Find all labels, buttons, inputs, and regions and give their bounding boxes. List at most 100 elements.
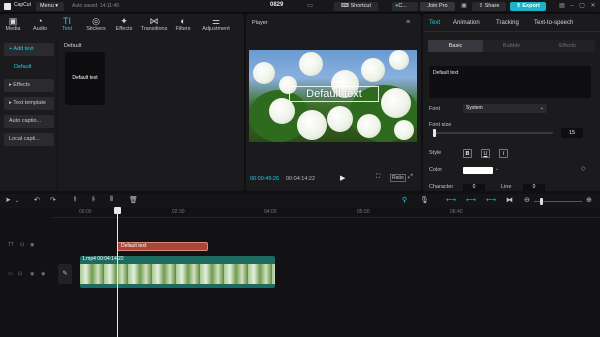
tab-text-to-speech[interactable]: Text-to-speech [534, 20, 573, 26]
stickers-icon: ◎ [92, 16, 100, 26]
text-content-input[interactable]: Default text [429, 66, 591, 98]
fullscreen-icon[interactable]: ⤢ [408, 174, 413, 181]
tab-effects[interactable]: ✦ Effects [112, 14, 136, 40]
bold-button[interactable]: B [463, 149, 472, 158]
user-label: C... [398, 3, 407, 9]
link-clips-icon[interactable]: ⟷ [446, 196, 456, 204]
video-preview[interactable]: Default text [249, 50, 417, 142]
split-right-icon[interactable]: ⫴ [110, 196, 113, 204]
rotate-handle-icon[interactable] [331, 110, 337, 116]
font-size-input[interactable]: 15 [561, 128, 583, 138]
underline-button[interactable]: U [481, 149, 490, 158]
preview-axis-icon[interactable]: ⟷ [486, 196, 496, 204]
snap-icon[interactable]: ⟷ [466, 196, 476, 204]
lock-icon[interactable]: ⊡ [18, 271, 22, 277]
play-icon[interactable]: ▶ [340, 174, 345, 182]
flower [253, 62, 275, 84]
keyframe-icon[interactable]: ◇ [581, 165, 586, 172]
split-icon[interactable]: ⫲ [74, 196, 76, 204]
minimize-icon[interactable]: – [568, 2, 576, 10]
chevron-down-icon[interactable]: ⌄ [495, 166, 499, 172]
text-clip[interactable]: Default text [117, 242, 208, 251]
gift-icon[interactable]: ▣ [460, 2, 468, 10]
select-cursor-icon[interactable]: ➤ [5, 196, 11, 204]
zoom-out-icon[interactable]: ⊖ [524, 196, 530, 204]
eye-icon[interactable]: ◉ [30, 242, 34, 248]
tab-media[interactable]: ▣ Media [2, 14, 24, 40]
sidebar-item-text-template[interactable]: ▸ Text template [4, 97, 54, 110]
tab-adjustment-label: Adjustment [202, 26, 230, 32]
microphone-icon[interactable]: 🎙 [420, 196, 429, 204]
delete-icon[interactable]: 🗑 [129, 196, 138, 204]
split-view-icon[interactable]: ⧓ [506, 196, 513, 204]
sidebar-item-local-caption[interactable]: Local capti... [4, 133, 54, 146]
tab-text-props[interactable]: Text [429, 20, 440, 26]
color-picker[interactable] [463, 167, 493, 174]
layout-icon[interactable]: ▤ [558, 2, 566, 10]
chevron-down-icon: ⌄ [539, 105, 544, 111]
character-spacing-input[interactable]: 0 [463, 184, 485, 191]
text-track-icon: TT [8, 242, 15, 248]
font-size-slider-handle[interactable] [433, 129, 436, 137]
tab-filters[interactable]: ◐ Filters [172, 14, 194, 40]
redo-icon[interactable]: ↷ [50, 196, 56, 204]
playhead[interactable] [117, 208, 118, 337]
zoom-in-icon[interactable]: ⊕ [586, 196, 592, 204]
subtab-bubble[interactable]: Bubble [484, 40, 539, 52]
monitor-icon[interactable]: ▭ [306, 2, 314, 10]
export-button[interactable]: ⇧ Export [510, 2, 546, 11]
video-clip[interactable]: 1.mp4 00:04:14:22 [80, 256, 275, 288]
project-title[interactable]: 0829 [270, 2, 283, 8]
subtab-effects[interactable]: Effects [540, 40, 595, 52]
add-text-button[interactable]: + Add text [4, 43, 54, 56]
user-account-button[interactable]: ●C... [392, 2, 418, 11]
italic-button[interactable]: I [499, 149, 508, 158]
tab-text[interactable]: TI Text [56, 14, 78, 40]
subtab-bar: Basic Bubble Effects [428, 40, 595, 52]
line-spacing-input[interactable]: 0 [523, 184, 545, 191]
chevron-down-icon[interactable]: ⌄ [15, 198, 19, 204]
sidebar-item-auto-caption[interactable]: Auto captio... [4, 115, 54, 128]
text-overlay[interactable]: Default text [289, 86, 379, 102]
timeline: 00:00 02:30 04:00 05:00 06:40 TT ⊡ ◉ ▭ ⊡… [0, 207, 600, 337]
tab-stickers[interactable]: ◎ Stickers [82, 14, 110, 40]
tab-animation[interactable]: Animation [453, 20, 480, 26]
tab-audio-label: Audio [32, 26, 48, 32]
style-label: Style [429, 150, 442, 156]
timeline-toolbar: ➤ ⌄ ↶ ↷ ⫲ ⫳ ⫴ 🗑 ⚲ 🎙 ⟷ ⟷ ⟷ ⧓ ⊖ ⊕ [0, 194, 600, 208]
playhead-handle[interactable] [114, 207, 121, 214]
audio-icon: ◔ [37, 16, 43, 26]
maximize-icon[interactable]: ▢ [578, 2, 586, 10]
close-icon[interactable]: ✕ [589, 2, 597, 10]
sidebar-item-default[interactable]: Default [4, 61, 54, 74]
tab-adjustment[interactable]: ⚌ Adjustment [197, 14, 235, 40]
subtab-basic[interactable]: Basic [428, 40, 483, 52]
magnet-icon[interactable]: ⚲ [402, 196, 407, 204]
tab-transitions[interactable]: ⋈ Transitions [138, 14, 170, 40]
default-text-preset[interactable]: Default text [65, 52, 105, 105]
ratio-button[interactable]: Ratio [390, 174, 406, 182]
join-pro-button[interactable]: Join Pro [420, 2, 455, 11]
mute-icon[interactable]: ◉ [41, 271, 45, 277]
split-left-icon[interactable]: ⫳ [92, 196, 95, 204]
sidebar-item-effects[interactable]: ▸ Effects [4, 79, 54, 92]
player-panel: Player ≡ Default text 00:00:49:26 00:04:… [246, 14, 421, 191]
player-title: Player [252, 20, 268, 26]
undo-icon[interactable]: ↶ [34, 196, 40, 204]
app-name: CapCut [14, 2, 31, 8]
font-size-slider[interactable] [433, 132, 553, 134]
tab-audio[interactable]: ◔ Audio [29, 14, 51, 40]
hamburger-menu-icon[interactable]: ≡ [406, 19, 410, 26]
lock-icon[interactable]: ⊡ [20, 242, 24, 248]
menu-button[interactable]: Menu ▾ [36, 2, 64, 11]
character-label: Character [429, 184, 454, 190]
shortcut-button[interactable]: ⌨ Shortcut [334, 2, 378, 11]
edit-cover-button[interactable]: ✎ [58, 264, 72, 284]
time-ruler[interactable]: 00:00 02:30 04:00 05:00 06:40 [52, 208, 600, 218]
fit-view-icon[interactable]: ⛶ [376, 174, 380, 181]
font-select[interactable]: System ⌄ [463, 104, 547, 113]
zoom-slider-handle[interactable] [540, 198, 543, 205]
tab-tracking[interactable]: Tracking [496, 20, 519, 26]
share-button[interactable]: ⇪ Share [472, 2, 506, 11]
eye-icon[interactable]: ◉ [30, 271, 34, 277]
